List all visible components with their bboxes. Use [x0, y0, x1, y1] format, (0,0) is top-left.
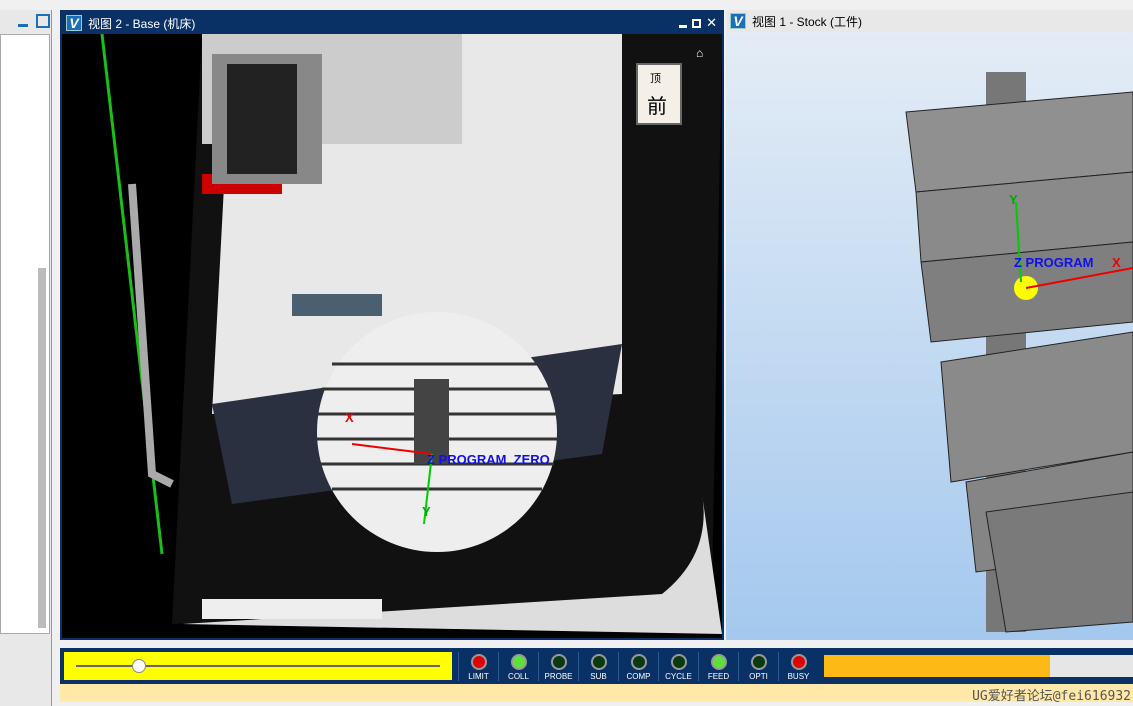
led-opti: OPTI	[738, 651, 778, 681]
close-icon[interactable]: ✕	[706, 15, 717, 31]
led-light-icon	[790, 653, 807, 670]
axis-x-label: X	[1112, 255, 1121, 270]
maximize-icon[interactable]	[692, 18, 702, 28]
led-light-icon	[590, 653, 607, 670]
orient-top-label[interactable]: 顶	[650, 70, 661, 86]
message-bar: UG爱好者论坛@fei616932	[60, 684, 1133, 704]
led-feed: FEED	[698, 651, 738, 681]
led-coll: COLL	[498, 651, 538, 681]
led-light-icon	[630, 653, 647, 670]
led-light-icon	[670, 653, 687, 670]
watermark: UG爱好者论坛@fei616932	[972, 689, 1131, 704]
speed-slider[interactable]	[64, 652, 452, 680]
led-label: COMP	[626, 671, 651, 681]
progress-bar	[824, 655, 1133, 677]
led-light-icon	[750, 653, 767, 670]
led-label: BUSY	[787, 671, 810, 681]
view2-window: V 视图 2 - Base (机床) ✕ X Y Z PROGRAM_ZERO	[60, 10, 724, 640]
axis-y-label: Y	[1009, 192, 1018, 207]
led-label: SUB	[590, 671, 607, 681]
led-comp: COMP	[618, 651, 658, 681]
led-busy: BUSY	[778, 651, 818, 681]
scrollbar[interactable]	[38, 268, 46, 628]
minimize-icon[interactable]	[679, 24, 688, 28]
program-zero-label: Z PROGRAM	[1014, 255, 1094, 270]
home-icon[interactable]: ⌂	[696, 46, 703, 60]
status-bar: LIMIT COLL PROBE SUB COMP CYCLE FEED OPTI BUSY	[60, 648, 1133, 684]
restore-icon[interactable]	[36, 14, 50, 28]
app-logo-icon: V	[66, 15, 82, 31]
led-light-icon	[510, 653, 527, 670]
led-label: PROBE	[544, 671, 573, 681]
led-sub: SUB	[578, 651, 618, 681]
status-leds: LIMIT COLL PROBE SUB COMP CYCLE FEED OPTI BUSY	[458, 651, 818, 681]
led-limit: LIMIT	[458, 651, 498, 681]
led-label: CYCLE	[665, 671, 692, 681]
led-light-icon	[710, 653, 727, 670]
led-probe: PROBE	[538, 651, 578, 681]
axis-x-label: X	[345, 410, 354, 425]
app-logo-icon: V	[730, 13, 746, 29]
stock-scene[interactable]	[726, 32, 1133, 640]
led-label: LIMIT	[468, 671, 489, 681]
led-label: FEED	[707, 671, 730, 681]
minimize-icon[interactable]	[18, 24, 28, 27]
program-zero-label: Z PROGRAM_ZERO	[427, 452, 550, 467]
slider-thumb[interactable]	[132, 659, 146, 673]
led-light-icon	[470, 653, 487, 670]
orient-front-label[interactable]: 前	[647, 90, 667, 119]
view1-window: V 视图 1 - Stock (工件) Y Z PROGRAM X	[726, 10, 1133, 640]
led-label: OPTI	[749, 671, 768, 681]
led-label: COLL	[508, 671, 529, 681]
machine-scene[interactable]	[62, 34, 722, 638]
led-light-icon	[550, 653, 567, 670]
axis-y-label: Y	[422, 504, 431, 519]
left-panel	[0, 10, 52, 706]
view2-title: 视图 2 - Base (机床)	[88, 16, 196, 31]
led-cycle: CYCLE	[658, 651, 698, 681]
view1-title: 视图 1 - Stock (工件)	[752, 14, 863, 29]
